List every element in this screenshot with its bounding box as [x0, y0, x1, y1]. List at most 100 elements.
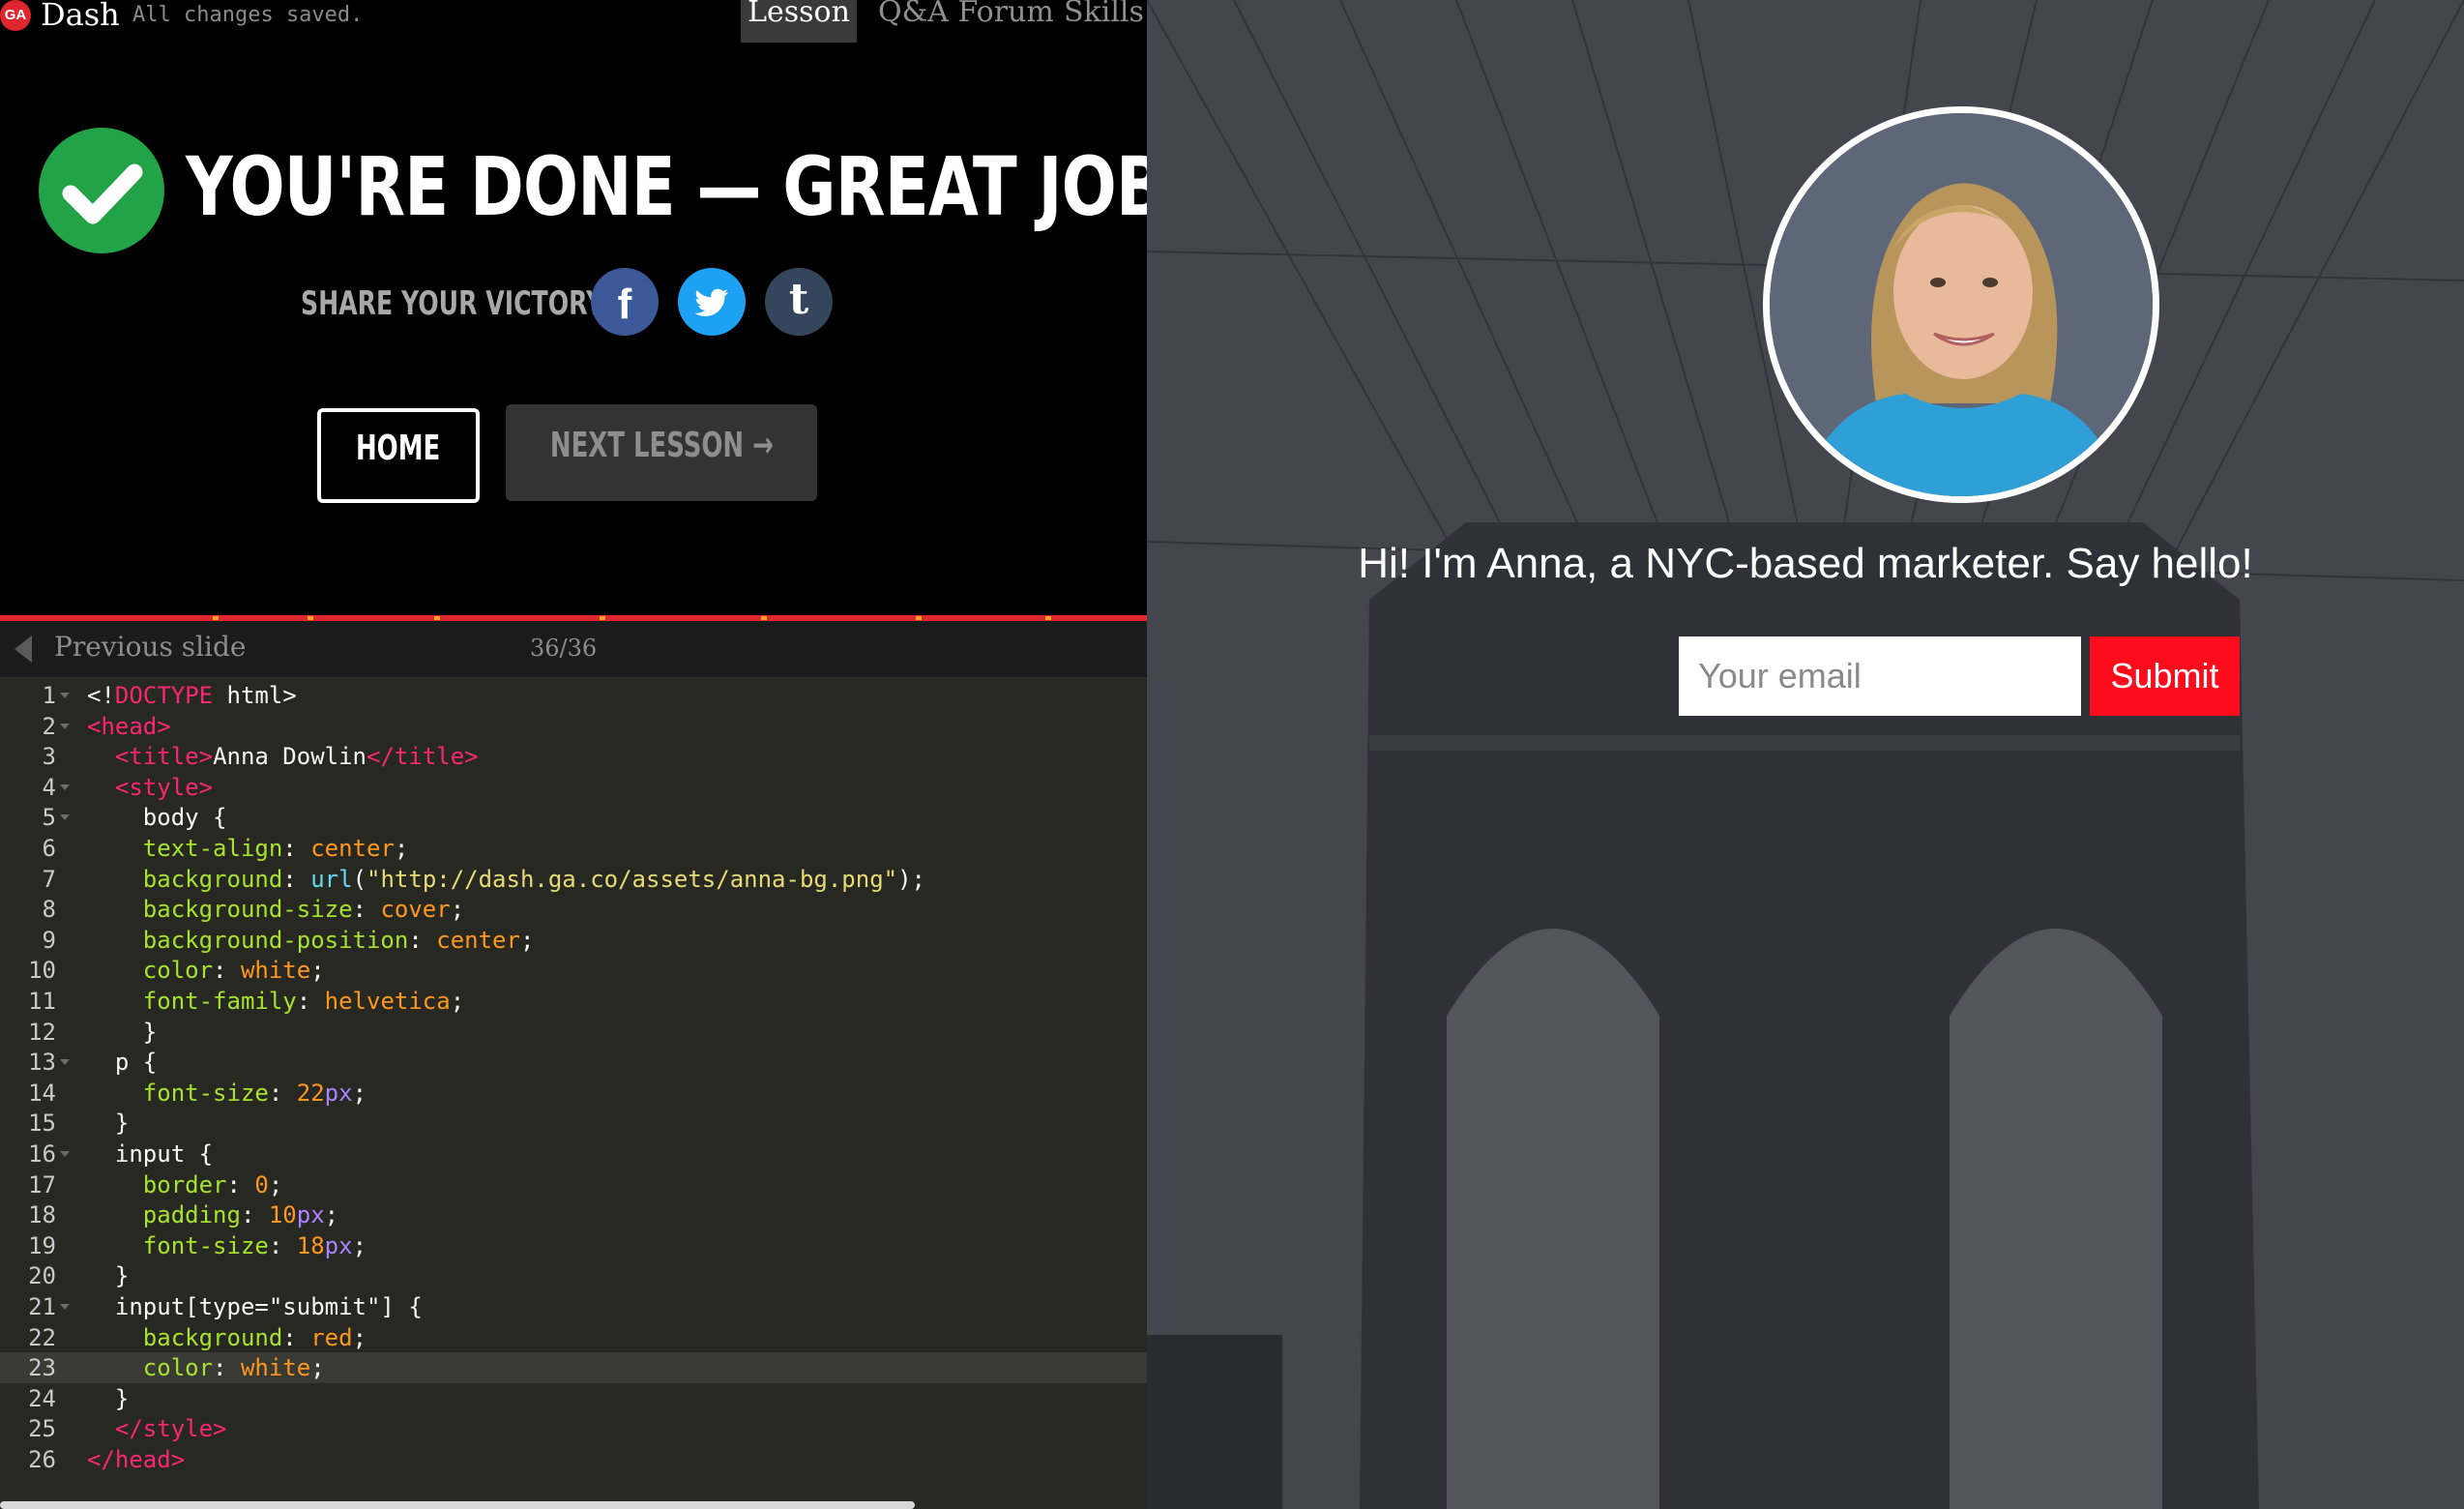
- code-editor[interactable]: 1 <!DOCTYPE html> 2 <head> 3 <title>Anna Dow…: [0, 679, 1147, 1509]
- code-line[interactable]: 25 </style>: [0, 1413, 1147, 1444]
- code-line[interactable]: 5 body {: [0, 802, 1147, 833]
- code-text[interactable]: font-size: 18px;: [87, 1230, 367, 1261]
- line-number: 7: [42, 865, 56, 893]
- top-bar: GA Dash All changes saved. Lesson Q&A Fo…: [0, 0, 1147, 43]
- line-number: 25: [28, 1415, 56, 1443]
- code-line[interactable]: 26 </head>: [0, 1444, 1147, 1475]
- code-text[interactable]: p {: [87, 1047, 157, 1078]
- code-text[interactable]: <style>: [87, 772, 213, 803]
- fold-arrow-icon[interactable]: [60, 693, 70, 698]
- code-text[interactable]: </head>: [87, 1444, 185, 1475]
- code-line[interactable]: 6 text-align: center;: [0, 833, 1147, 864]
- previous-slide-link[interactable]: Previous slide: [54, 631, 247, 663]
- code-text[interactable]: }: [87, 1383, 129, 1414]
- code-line[interactable]: 9 background-position: center;: [0, 925, 1147, 956]
- code-line[interactable]: 8 background-size: cover;: [0, 894, 1147, 925]
- lesson-pane: GA Dash All changes saved. Lesson Q&A Fo…: [0, 0, 1147, 1509]
- line-number: 1: [42, 682, 56, 709]
- fold-arrow-icon[interactable]: [60, 723, 70, 729]
- code-line[interactable]: 21 input[type="submit"] {: [0, 1291, 1147, 1322]
- code-text[interactable]: </style>: [87, 1413, 227, 1444]
- previous-arrow-icon[interactable]: [15, 636, 32, 663]
- facebook-icon[interactable]: f: [591, 268, 659, 336]
- code-text[interactable]: font-family: helvetica;: [87, 986, 464, 1017]
- code-text[interactable]: border: 0;: [87, 1169, 283, 1200]
- code-line[interactable]: 18 padding: 10px;: [0, 1199, 1147, 1230]
- code-line[interactable]: 19 font-size: 18px;: [0, 1230, 1147, 1261]
- code-text[interactable]: <title>Anna Dowlin</title>: [87, 741, 479, 772]
- code-line[interactable]: 12 }: [0, 1017, 1147, 1048]
- submit-button[interactable]: Submit: [2090, 636, 2240, 716]
- code-line[interactable]: 15 }: [0, 1108, 1147, 1139]
- next-lesson-button[interactable]: NEXT LESSON →: [506, 404, 817, 501]
- tumblr-icon[interactable]: t: [765, 268, 833, 336]
- code-line[interactable]: 14 font-size: 22px;: [0, 1078, 1147, 1109]
- line-number: 9: [42, 926, 56, 954]
- line-number: 15: [28, 1110, 56, 1138]
- app-name[interactable]: Dash: [41, 0, 120, 33]
- ga-logo[interactable]: GA: [0, 0, 31, 31]
- twitter-icon[interactable]: [678, 268, 746, 336]
- line-number: 11: [28, 988, 56, 1015]
- code-line[interactable]: 3 <title>Anna Dowlin</title>: [0, 741, 1147, 772]
- code-text[interactable]: text-align: center;: [87, 833, 409, 864]
- tab-skills[interactable]: Skills: [1064, 0, 1144, 43]
- code-text[interactable]: input[type="submit"] {: [87, 1291, 423, 1322]
- code-line[interactable]: 11 font-family: helvetica;: [0, 986, 1147, 1017]
- fold-arrow-icon[interactable]: [60, 1059, 70, 1066]
- code-text[interactable]: background: red;: [87, 1322, 367, 1353]
- progress-tick: [916, 616, 922, 620]
- slide-navigation: Previous slide 36/36: [0, 621, 1147, 679]
- code-text[interactable]: color: white;: [87, 1352, 325, 1383]
- code-line[interactable]: 10 color: white;: [0, 955, 1147, 986]
- code-text[interactable]: }: [87, 1260, 129, 1291]
- code-text[interactable]: background-position: center;: [87, 925, 535, 956]
- code-text[interactable]: padding: 10px;: [87, 1199, 338, 1230]
- code-line[interactable]: 1 <!DOCTYPE html>: [0, 680, 1147, 711]
- progress-tick: [308, 616, 313, 620]
- code-text[interactable]: body {: [87, 802, 227, 833]
- code-text[interactable]: color: white;: [87, 955, 325, 986]
- code-text[interactable]: <head>: [87, 711, 171, 742]
- code-line[interactable]: 20 }: [0, 1260, 1147, 1291]
- code-line[interactable]: 23 color: white;: [0, 1352, 1147, 1384]
- code-line[interactable]: 2 <head>: [0, 711, 1147, 742]
- fold-arrow-icon[interactable]: [60, 814, 70, 821]
- code-line[interactable]: 4 <style>: [0, 772, 1147, 803]
- code-line[interactable]: 16 input {: [0, 1139, 1147, 1169]
- code-text[interactable]: input {: [87, 1139, 213, 1169]
- editor-horizontal-scrollbar[interactable]: [0, 1501, 915, 1509]
- line-number: 12: [28, 1018, 56, 1046]
- code-line[interactable]: 13 p {: [0, 1047, 1147, 1078]
- email-field[interactable]: [1679, 636, 2081, 716]
- code-text[interactable]: }: [87, 1017, 157, 1048]
- line-number: 2: [42, 712, 56, 740]
- home-button-label: HOME: [356, 429, 441, 468]
- code-text[interactable]: <!DOCTYPE html>: [87, 680, 297, 711]
- code-text[interactable]: background: url("http://dash.ga.co/asset…: [87, 864, 925, 895]
- code-text[interactable]: }: [87, 1108, 129, 1139]
- home-button[interactable]: HOME: [317, 408, 480, 503]
- code-line[interactable]: 7 background: url("http://dash.ga.co/ass…: [0, 864, 1147, 895]
- code-text[interactable]: background-size: cover;: [87, 894, 464, 925]
- line-number: 5: [42, 804, 56, 832]
- line-number: 6: [42, 835, 56, 862]
- fold-arrow-icon[interactable]: [60, 1151, 70, 1157]
- code-line[interactable]: 24 }: [0, 1383, 1147, 1414]
- tab-lesson[interactable]: Lesson: [741, 0, 857, 43]
- line-number: 23: [28, 1354, 56, 1382]
- line-number: 16: [28, 1140, 56, 1168]
- code-line[interactable]: 22 background: red;: [0, 1322, 1147, 1353]
- fold-arrow-icon[interactable]: [60, 1304, 70, 1310]
- line-number: 26: [28, 1446, 56, 1473]
- code-text[interactable]: font-size: 22px;: [87, 1078, 367, 1109]
- progress-tick: [761, 616, 767, 620]
- tagline: Hi! I'm Anna, a NYC-based marketer. Say …: [1358, 540, 2253, 587]
- line-number: 18: [28, 1201, 56, 1229]
- line-number: 24: [28, 1384, 56, 1412]
- line-number: 4: [42, 773, 56, 801]
- slide-counter: 36/36: [530, 635, 598, 662]
- fold-arrow-icon[interactable]: [60, 784, 70, 790]
- tab-qa-forum[interactable]: Q&A Forum: [878, 0, 1054, 43]
- code-line[interactable]: 17 border: 0;: [0, 1169, 1147, 1200]
